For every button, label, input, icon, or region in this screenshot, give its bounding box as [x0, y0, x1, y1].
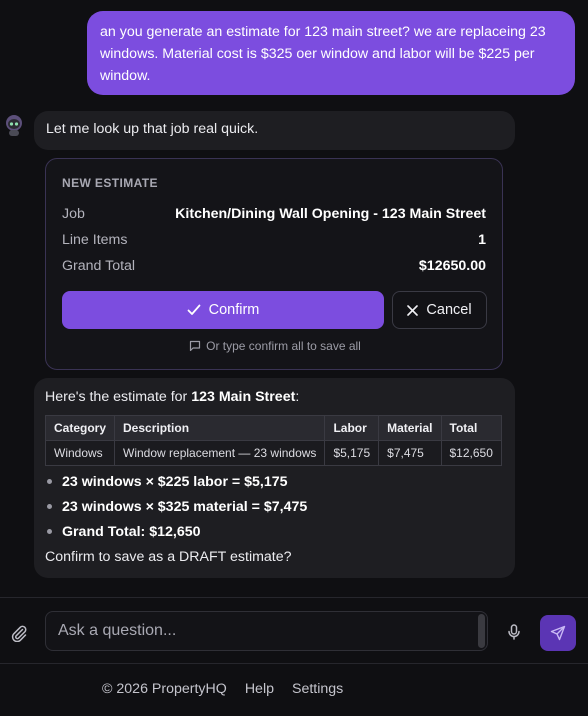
microphone-icon[interactable] [505, 623, 523, 641]
line-items-row: Line Items 1 [62, 232, 486, 250]
job-row: Job Kitchen/Dining Wall Opening - 123 Ma… [62, 206, 486, 224]
assistant-avatar-icon [6, 115, 22, 136]
list-item: 23 windows × $225 labor = $5,175 [45, 472, 307, 497]
send-button[interactable] [540, 615, 576, 651]
send-icon [550, 625, 566, 641]
assistant-estimate-message: Here's the estimate for 123 Main Street:… [34, 378, 515, 578]
check-icon [187, 304, 201, 315]
user-message: an you generate an estimate for 123 main… [87, 11, 575, 95]
grand-total-label: Grand Total [62, 258, 136, 274]
close-icon [407, 304, 419, 316]
copyright-text: © 2026 PropertyHQ [102, 681, 227, 697]
table-cell: Window replacement — 23 windows [114, 440, 326, 466]
chat-page: an you generate an estimate for 123 main… [0, 0, 588, 716]
calculation-list: 23 windows × $225 labor = $5,175 23 wind… [45, 472, 307, 547]
estimate-outro: Confirm to save as a DRAFT estimate? [45, 549, 292, 565]
message-icon [190, 340, 201, 352]
cancel-button[interactable]: Cancel [392, 291, 487, 329]
confirm-button[interactable]: Confirm [62, 291, 384, 329]
line-items-label: Line Items [62, 232, 128, 248]
input-scrollbar[interactable] [478, 614, 485, 648]
intro-suffix: : [295, 389, 300, 405]
table-cell: $12,650 [440, 440, 502, 466]
table-row: Windows Window replacement — 23 windows … [44, 440, 502, 466]
table-cell: Windows [44, 440, 116, 466]
list-item: 23 windows × $325 material = $7,475 [45, 497, 307, 522]
paperclip-icon[interactable] [10, 624, 28, 642]
estimate-table: Category Description Labor Material Tota… [44, 415, 502, 466]
line-items-value: 1 [478, 232, 486, 248]
grand-total-row: Grand Total $12650.00 [62, 258, 486, 276]
chat-input[interactable] [45, 611, 488, 651]
table-header-row: Category Description Labor Material Tota… [44, 415, 502, 441]
footer: © 2026 PropertyHQ Help Settings [102, 681, 343, 699]
confirm-all-hint: Or type confirm all to save all [46, 338, 504, 354]
column-header: Total [440, 415, 502, 441]
column-header: Category [44, 415, 116, 441]
job-value: Kitchen/Dining Wall Opening - 123 Main S… [175, 206, 486, 222]
intro-address: 123 Main Street [191, 389, 296, 405]
column-header: Description [114, 415, 326, 441]
confirm-label: Confirm [208, 302, 260, 318]
hint-text: Or type confirm all to save all [206, 339, 361, 353]
table-cell: $5,175 [324, 440, 380, 466]
new-estimate-card: NEW ESTIMATE Job Kitchen/Dining Wall Ope… [45, 158, 503, 370]
intro-prefix: Here's the estimate for [45, 389, 192, 405]
settings-link[interactable]: Settings [292, 681, 343, 699]
cancel-label: Cancel [426, 302, 472, 318]
card-title: NEW ESTIMATE [62, 176, 158, 190]
job-label: Job [62, 206, 85, 222]
grand-total-value: $12650.00 [418, 258, 486, 274]
list-item: Grand Total: $12,650 [45, 522, 307, 547]
assistant-message: Let me look up that job real quick. [34, 111, 515, 150]
divider [0, 597, 588, 598]
column-header: Labor [324, 415, 380, 441]
table-cell: $7,475 [378, 440, 442, 466]
column-header: Material [378, 415, 442, 441]
divider [0, 663, 588, 664]
help-link[interactable]: Help [245, 681, 274, 699]
estimate-intro: Here's the estimate for 123 Main Street: [45, 389, 299, 405]
